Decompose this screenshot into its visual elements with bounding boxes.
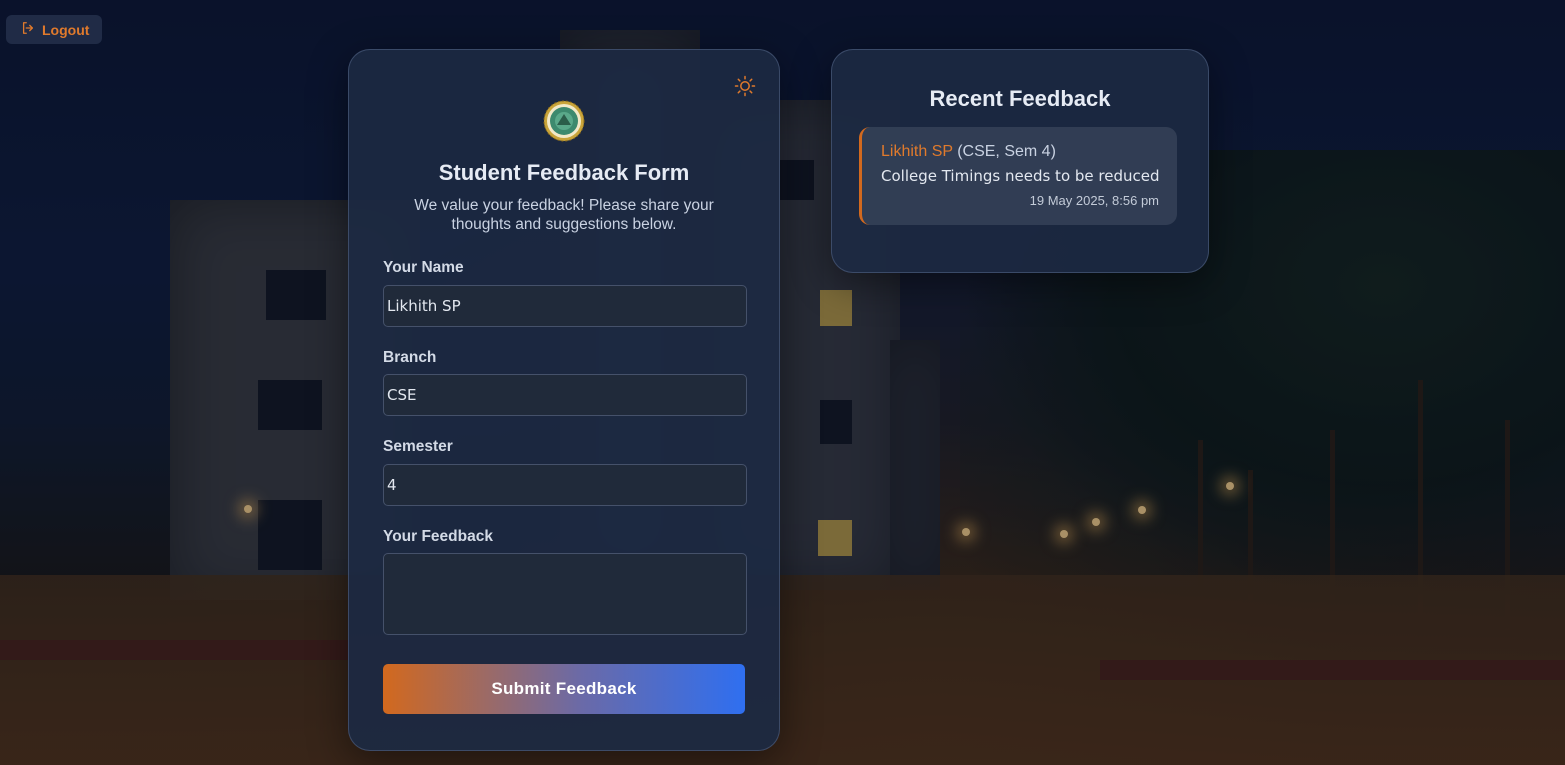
feedback-timestamp: 19 May 2025, 8:56 pm <box>1029 193 1159 208</box>
form-subtitle: We value your feedback! Please share you… <box>414 197 714 233</box>
feedback-text: College Timings needs to be reduced <box>881 167 1160 185</box>
recent-feedback-card: Recent Feedback Likhith SP (CSE, Sem 4) … <box>831 49 1209 273</box>
background-scene <box>0 0 1565 765</box>
sun-icon <box>734 75 756 97</box>
feedback-author-meta: (CSE, Sem 4) <box>957 143 1056 160</box>
name-input[interactable]: Likhith SP <box>383 285 747 327</box>
branch-label: Branch <box>383 349 437 366</box>
recent-feedback-title: Recent Feedback <box>929 86 1111 111</box>
college-emblem-icon <box>543 100 585 142</box>
semester-input[interactable]: 4 <box>383 464 747 506</box>
feedback-entry-header: Likhith SP (CSE, Sem 4) <box>881 143 1159 161</box>
name-label: Your Name <box>383 259 464 276</box>
feedback-author: Likhith SP <box>881 143 953 160</box>
theme-toggle-button[interactable] <box>733 74 757 98</box>
logout-icon <box>21 21 35 38</box>
feedback-form-card: Student Feedback Form We value your feed… <box>348 49 780 751</box>
logout-label: Logout <box>42 21 90 38</box>
feedback-label: Your Feedback <box>383 528 493 545</box>
submit-feedback-button[interactable]: Submit Feedback <box>383 664 745 714</box>
feedback-textarea[interactable] <box>383 553 747 635</box>
feedback-entry: Likhith SP (CSE, Sem 4) College Timings … <box>859 127 1177 225</box>
logout-button[interactable]: Logout <box>6 15 103 44</box>
branch-input[interactable]: CSE <box>383 374 747 416</box>
form-title: Student Feedback Form <box>438 160 690 185</box>
semester-label: Semester <box>383 438 453 455</box>
